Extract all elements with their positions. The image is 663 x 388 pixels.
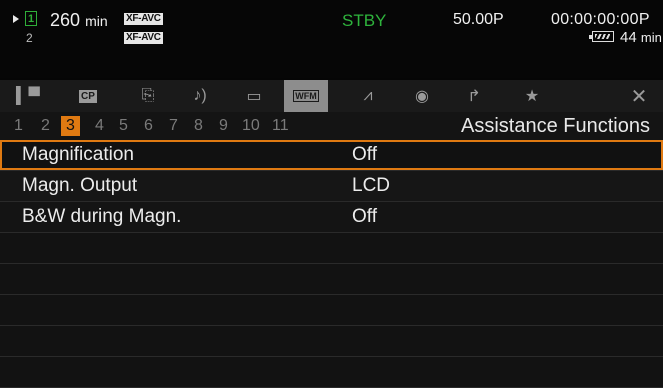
page-9[interactable]: 9 [219, 117, 228, 135]
menu-title: Assistance Functions [461, 115, 650, 137]
page-8[interactable]: 8 [194, 117, 203, 135]
remaining-time-value: 260 [50, 10, 81, 30]
audio-icon[interactable]: ♪) [178, 80, 222, 112]
menu-tab-bar: ▍▀ CP ⎘ ♪) ▭ WFM ⩘ ◉ ↱ ★ ✕ [0, 80, 663, 112]
page-7[interactable]: 7 [169, 117, 178, 135]
tc-icon[interactable]: ⩘ [346, 80, 390, 112]
remaining-time: 260 min [50, 11, 108, 29]
system-settings-icon[interactable]: ⎘ [126, 80, 170, 112]
menu-item-bw-during-magn[interactable]: B&W during Magn. Off [0, 202, 663, 233]
recording-format-badge: XF-AVC [124, 13, 163, 25]
battery-remaining-unit: min [640, 30, 662, 45]
timecode: 00:00:00:00P [551, 11, 650, 28]
menu-item-label: Magn. Output [22, 175, 138, 196]
wrench-icon[interactable]: ↱ [452, 80, 496, 112]
card-slot-1-icon: 1 [25, 11, 37, 26]
page-10[interactable]: 10 [242, 117, 260, 135]
custom-picture-icon[interactable]: CP [66, 80, 110, 112]
menu-list: Magnification Off Magn. Output LCD B&W d… [0, 140, 663, 388]
camera-icon[interactable]: ▍▀ [6, 80, 50, 112]
battery-remaining: 44 min [620, 30, 662, 45]
page-2[interactable]: 2 [41, 117, 50, 135]
menu-item-magnification[interactable]: Magnification Off [0, 140, 663, 171]
menu-item-value: Off [352, 206, 377, 227]
page-1[interactable]: 1 [14, 117, 23, 135]
page-3[interactable]: 3 [61, 116, 80, 136]
menu-item-label: B&W during Magn. [22, 206, 182, 227]
empty-row [0, 326, 663, 357]
empty-row [0, 233, 663, 264]
empty-row [0, 264, 663, 295]
star-icon[interactable]: ★ [510, 80, 554, 112]
remaining-time-unit: min [85, 13, 108, 29]
empty-row [0, 295, 663, 326]
page-selector: 1 2 3 4 5 6 7 8 9 10 11 Assistance Funct… [0, 112, 663, 140]
lcd-assist-icon[interactable]: WFM [284, 80, 328, 112]
close-icon[interactable]: ✕ [617, 80, 661, 112]
card-slot-2-icon: 2 [26, 31, 33, 45]
play-icon [13, 15, 19, 23]
recording-media-icon[interactable]: ◉ [400, 80, 444, 112]
page-5[interactable]: 5 [119, 117, 128, 135]
frame-rate: 50.00P [453, 11, 504, 28]
operating-mode: STBY [342, 11, 387, 30]
page-4[interactable]: 4 [95, 117, 104, 135]
menu-item-magn-output[interactable]: Magn. Output LCD [0, 171, 663, 202]
menu-item-value: LCD [352, 175, 391, 196]
recording-format-badge-2: XF-AVC [124, 32, 163, 44]
status-bar: 1 2 260 min XF-AVC XF-AVC STBY 50.00P 00… [0, 0, 663, 78]
battery-remaining-value: 44 [620, 29, 637, 46]
battery-icon [589, 31, 614, 42]
video-setup-icon[interactable]: ▭ [232, 80, 276, 112]
menu-item-label: Magnification [22, 144, 134, 165]
page-11[interactable]: 11 [272, 117, 289, 135]
camera-menu-screen: 1 2 260 min XF-AVC XF-AVC STBY 50.00P 00… [0, 0, 663, 388]
empty-row [0, 357, 663, 388]
menu-item-value: Off [352, 144, 377, 165]
page-6[interactable]: 6 [144, 117, 153, 135]
